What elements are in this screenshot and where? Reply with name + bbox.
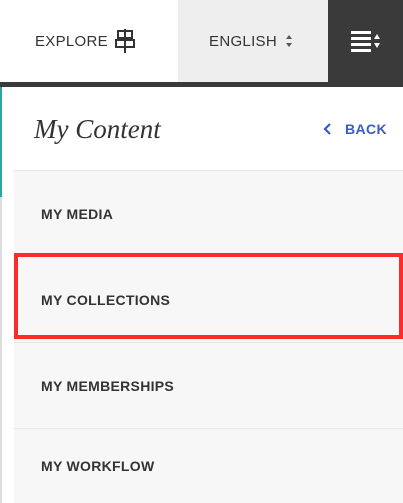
explore-button[interactable]: EXPLORE — [0, 0, 178, 82]
menu-button[interactable] — [328, 0, 403, 82]
nav-item-my-workflow[interactable]: MY WORKFLOW — [14, 429, 403, 503]
explore-label: EXPLORE — [35, 32, 108, 50]
nav-item-my-media[interactable]: MY MEDIA — [14, 171, 403, 257]
back-button[interactable]: BACK — [323, 121, 387, 137]
language-select[interactable]: ENGLISH — [178, 0, 328, 82]
top-bar: EXPLORE ENGLISH — [0, 0, 403, 82]
updown-arrows-icon — [285, 34, 293, 48]
nav-item-label: MY MEDIA — [41, 205, 114, 222]
back-label: BACK — [344, 121, 387, 137]
nav-item-my-memberships[interactable]: MY MEMBERSHIPS — [14, 343, 403, 429]
my-content-panel: My Content BACK MY MEDIA MY COLLECTIONS … — [14, 87, 403, 503]
menu-list-icon — [350, 31, 380, 52]
nav-item-label: MY COLLECTIONS — [41, 291, 171, 308]
nav-item-label: MY MEMBERSHIPS — [41, 377, 175, 394]
nav-item-label: MY WORKFLOW — [41, 458, 155, 474]
language-label: ENGLISH — [209, 32, 277, 50]
page-title: My Content — [34, 114, 161, 144]
explore-glyph-icon — [114, 29, 135, 53]
nav-item-my-collections[interactable]: MY COLLECTIONS — [14, 257, 403, 343]
chevron-left-icon — [323, 123, 331, 135]
panel-header: My Content BACK — [14, 87, 403, 171]
left-accent-bar — [0, 87, 2, 197]
